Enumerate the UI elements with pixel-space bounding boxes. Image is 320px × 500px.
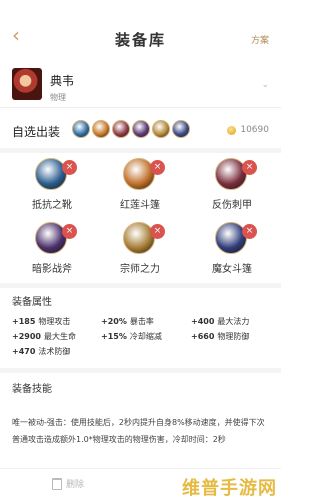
- equipment-item[interactable]: × 宗师之力: [100, 220, 180, 278]
- delete-label: 删除: [66, 480, 85, 490]
- attribute: +660 物理防御: [191, 331, 249, 342]
- boots-icon[interactable]: [72, 120, 90, 138]
- attribute-row: +470 法术防御: [12, 344, 274, 359]
- remove-item-button[interactable]: ×: [150, 224, 165, 239]
- outfit-row: 自选出装 10690: [0, 118, 281, 144]
- attribute: +2900 最大生命: [12, 331, 101, 342]
- attribute-name: 法术防御: [38, 347, 71, 356]
- divider: [0, 148, 281, 153]
- divider: [0, 368, 281, 373]
- equipment-item[interactable]: × 魔女斗篷: [192, 220, 272, 278]
- equipment-grid: × 抵抗之靴 × 红莲斗篷 × 反伤刺甲 × 暗影战斧 × 宗师之力 × 魔女斗篷: [0, 156, 281, 280]
- attribute-value: +400: [191, 317, 215, 326]
- coin-icon: [227, 125, 237, 135]
- equipment-name: 魔女斗篷: [212, 264, 252, 275]
- hero-type: 物理: [50, 93, 66, 102]
- cape-icon[interactable]: [92, 120, 110, 138]
- hero-avatar: [12, 68, 42, 100]
- chevron-down-icon[interactable]: ⌄: [261, 80, 269, 90]
- remove-item-button[interactable]: ×: [242, 160, 257, 175]
- header: ‹ 装备库 方案: [0, 0, 281, 58]
- attribute-value: +20%: [101, 317, 127, 326]
- remove-item-button[interactable]: ×: [242, 224, 257, 239]
- attribute-value: +15%: [101, 332, 127, 341]
- equipment-item[interactable]: × 抵抗之靴: [12, 156, 92, 214]
- equipment-name: 红莲斗篷: [120, 200, 160, 211]
- hero-name: 典韦: [50, 74, 75, 88]
- remove-item-button[interactable]: ×: [150, 160, 165, 175]
- attribute-value: +185: [12, 317, 36, 326]
- trash-icon: [52, 477, 62, 490]
- attribute: +20% 暴击率: [101, 316, 191, 327]
- equipment-name: 反伤刺甲: [212, 200, 252, 211]
- attribute-value: +470: [12, 347, 36, 356]
- hero-selector[interactable]: 典韦 物理 ⌄: [0, 60, 281, 108]
- attribute: +185 物理攻击: [12, 316, 101, 327]
- attribute-name: 最大生命: [43, 332, 76, 341]
- equipment-name: 暗影战斧: [32, 264, 72, 275]
- attribute: +15% 冷却缩减: [101, 331, 191, 342]
- equipment-item[interactable]: × 暗影战斧: [12, 220, 92, 278]
- armor-icon[interactable]: [112, 120, 130, 138]
- attribute: +400 最大法力: [191, 316, 249, 327]
- attribute-row: +2900 最大生命 +15% 冷却缩减 +660 物理防御: [12, 329, 274, 344]
- page-title: 装备库: [114, 30, 166, 49]
- watermark: 维普手游网: [182, 478, 277, 499]
- attribute-value: +660: [191, 332, 215, 341]
- attribute-name: 物理防御: [217, 332, 250, 341]
- attribute-row: +185 物理攻击 +20% 暴击率 +400 最大法力: [12, 314, 274, 329]
- remove-item-button[interactable]: ×: [62, 224, 77, 239]
- delete-button[interactable]: 删除: [52, 477, 84, 490]
- skill-description: 唯一被动-强击：使用技能后，2秒内提升自身8%移动速度，并使得下次普通攻击造成额…: [12, 418, 265, 444]
- equipment-item[interactable]: × 红莲斗篷: [100, 156, 180, 214]
- attribute-name: 最大法力: [217, 317, 250, 326]
- axe-icon[interactable]: [132, 120, 150, 138]
- outfit-icons: [72, 120, 190, 138]
- remove-item-button[interactable]: ×: [62, 160, 77, 175]
- attribute-name: 冷却缩减: [129, 332, 162, 341]
- plan-button[interactable]: 方案: [251, 33, 269, 46]
- equipment-item[interactable]: × 反伤刺甲: [192, 156, 272, 214]
- attribute-name: 物理攻击: [38, 317, 71, 326]
- divider: [0, 283, 281, 288]
- equipment-name: 宗师之力: [120, 264, 160, 275]
- attribute-value: +2900: [12, 332, 41, 341]
- equipment-name: 抵抗之靴: [32, 200, 72, 211]
- attribute-name: 暴击率: [129, 317, 154, 326]
- staff-icon[interactable]: [152, 120, 170, 138]
- attributes-title: 装备属性: [12, 297, 52, 308]
- attributes-list: +185 物理攻击 +20% 暴击率 +400 最大法力 +2900 最大生命 +15% 冷却缩减…: [12, 314, 274, 359]
- outfit-label: 自选出装: [12, 125, 61, 139]
- gold-value: 10690: [240, 125, 269, 135]
- gold-total: 10690: [227, 125, 269, 135]
- skills-title: 装备技能: [12, 384, 52, 395]
- back-arrow-icon[interactable]: ‹: [8, 25, 24, 45]
- cloak-icon[interactable]: [172, 120, 190, 138]
- attribute: +470 法术防御: [12, 346, 101, 357]
